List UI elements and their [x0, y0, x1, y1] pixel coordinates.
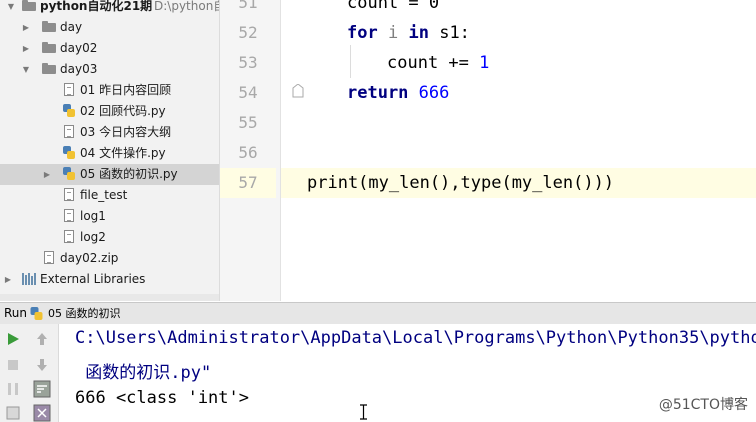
tree-item-file[interactable]: 01 昨日内容回顾: [0, 80, 219, 101]
tree-item-day02[interactable]: ▶ day02: [0, 38, 219, 59]
line-number: 52: [238, 23, 258, 42]
tree-item-label: day02: [60, 41, 98, 55]
tree-item-file[interactable]: log1: [0, 206, 219, 227]
code-line-52: for i in s1:: [347, 18, 470, 48]
keyword: return: [347, 83, 409, 103]
horizontal-scrollbar[interactable]: [0, 294, 219, 301]
expand-arrow-icon[interactable]: ▼: [6, 0, 16, 17]
indent-guide: [350, 45, 351, 78]
fold-marker-icon[interactable]: [292, 84, 304, 98]
code-line-53: count += 1: [387, 48, 489, 78]
code-line-51: count = 0: [347, 0, 440, 13]
collapsed-arrow-icon[interactable]: ▶: [21, 38, 31, 59]
tree-item-label: log2: [80, 230, 106, 244]
archive-file-icon: [44, 251, 54, 264]
project-root-name: python自动化21期: [40, 0, 153, 13]
rerun-icon[interactable]: [4, 330, 22, 348]
tree-item-label: day03: [60, 62, 98, 76]
console-command-line-cont: 函数的初识.py": [75, 363, 212, 383]
tree-item-label: 04 文件操作.py: [80, 146, 166, 160]
text-file-icon: [64, 83, 74, 96]
soft-wrap-icon[interactable]: [33, 380, 51, 398]
tree-item-day[interactable]: ▶ day: [0, 17, 219, 38]
number-literal: 666: [418, 83, 450, 103]
console-command-line: C:\Users\Administrator\AppData\Local\Pro…: [75, 328, 756, 348]
tree-item-file[interactable]: file_test: [0, 185, 219, 206]
text-file-icon: [64, 230, 74, 243]
restore-layout-icon[interactable]: [4, 404, 22, 422]
collapsed-arrow-icon[interactable]: ▶: [42, 164, 52, 185]
tree-item-label: 02 回顾代码.py: [80, 104, 166, 118]
run-console[interactable]: C:\Users\Administrator\AppData\Local\Pro…: [59, 324, 756, 422]
expanded-arrow-icon[interactable]: ▼: [21, 59, 31, 80]
tree-item-external-libraries[interactable]: ▶ External Libraries: [0, 269, 219, 290]
run-label: Run: [4, 306, 28, 320]
text-file-icon: [64, 125, 74, 138]
text-file-icon: [64, 188, 74, 201]
folder-icon: [42, 21, 56, 32]
tree-item-file[interactable]: day02.zip: [0, 248, 219, 269]
project-panel: ▼ python自动化21期 D:\python自 ▶ day ▶ day 02 …: [0, 0, 220, 301]
tree-item-label: 05 函数的初识.py: [80, 167, 178, 181]
tree-item-file[interactable]: 03 今日内容大纲: [0, 122, 219, 143]
tree-item-label: day: [60, 20, 83, 34]
tree-item-label: log1: [80, 209, 106, 223]
tree-item-selected-file[interactable]: ▶ 05 函数的初识.py: [0, 164, 219, 185]
stop-icon[interactable]: [4, 356, 22, 374]
python-file-icon: [63, 104, 75, 117]
keyword: in: [408, 23, 429, 43]
python-file-icon: [30, 307, 43, 320]
tree-item-file[interactable]: log2: [0, 227, 219, 248]
text-cursor-icon: [360, 404, 367, 420]
project-root-path: D:\python自: [154, 0, 220, 13]
collapsed-arrow-icon[interactable]: ▶: [3, 269, 13, 290]
console-output-line: 666 <class 'int'>: [75, 388, 249, 408]
code-line-57: print(my_len(),type(my_len())): [307, 173, 615, 193]
folder-icon: [22, 0, 36, 11]
code-text: count +=: [387, 53, 480, 73]
pause-icon[interactable]: [4, 380, 22, 398]
keyword: for: [347, 23, 378, 43]
tree-item-label: External Libraries: [40, 272, 146, 286]
collapsed-arrow-icon[interactable]: ▶: [21, 17, 31, 38]
tree-item-label: 03 今日内容大纲: [80, 125, 172, 139]
run-toolbar: [0, 324, 59, 422]
code-editor[interactable]: 51 52 53 54 55 56 57 count = 0 for i in …: [220, 0, 756, 301]
variable: i: [387, 23, 399, 43]
libraries-icon: [22, 273, 36, 285]
line-number: 54: [238, 83, 258, 102]
text-file-icon: [64, 209, 74, 222]
print-icon[interactable]: [33, 404, 51, 422]
line-number: 55: [238, 113, 258, 132]
python-file-icon: [63, 146, 75, 159]
run-config-tab[interactable]: 05 函数的初识: [48, 303, 121, 324]
line-number: 51: [238, 0, 258, 12]
tree-item-label: file_test: [80, 188, 128, 202]
arrow-down-icon[interactable]: [33, 356, 51, 374]
tree-root[interactable]: ▼ python自动化21期 D:\python自: [0, 0, 219, 17]
line-number-current: 57: [220, 168, 276, 198]
tree-item-label: 01 昨日内容回顾: [80, 83, 172, 97]
tree-item-file[interactable]: 04 文件操作.py: [0, 143, 219, 164]
tree-item-label: day02.zip: [60, 251, 119, 265]
folder-icon: [42, 42, 56, 53]
folder-icon: [42, 63, 56, 74]
number-literal: 1: [479, 53, 490, 73]
code-text: s1:: [439, 23, 470, 43]
watermark: @51CTO博客: [658, 397, 748, 413]
line-number-gutter: 51 52 53 54 55 56 57: [220, 0, 281, 301]
arrow-up-icon[interactable]: [33, 330, 51, 348]
tree-item-file[interactable]: 02 回顾代码.py: [0, 101, 219, 122]
python-file-icon: [63, 167, 75, 180]
code-line-54: return 666: [347, 78, 449, 108]
tree-item-day03[interactable]: ▼ day03: [0, 59, 219, 80]
line-number: 53: [238, 53, 258, 72]
line-number: 56: [238, 143, 258, 162]
run-panel-header: Run 05 函数的初识: [0, 302, 756, 325]
